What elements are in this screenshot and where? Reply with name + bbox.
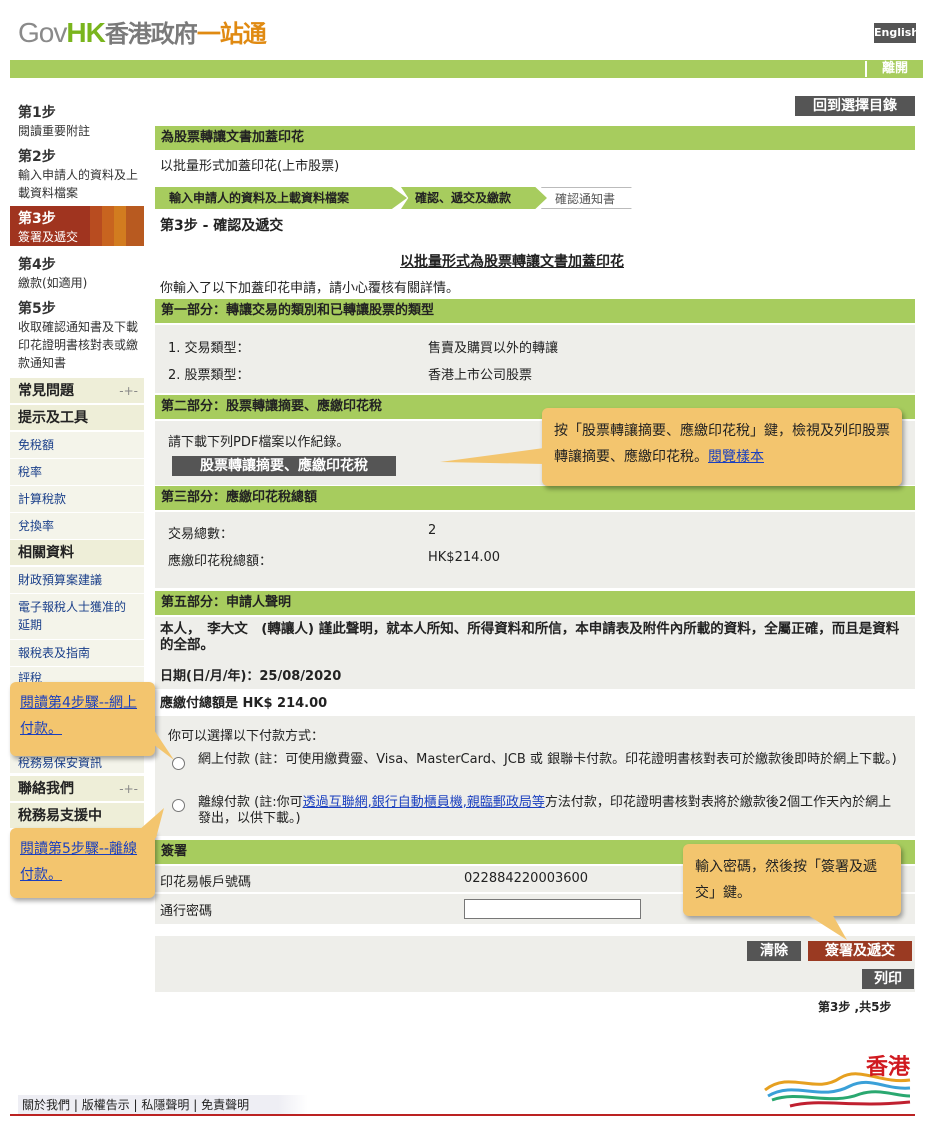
part3-row1-label: 交易總數： bbox=[168, 527, 234, 542]
support-label: 稅務易支援中 bbox=[18, 808, 102, 824]
sidebar-step-4: 第4步 繳款(如適用) bbox=[10, 252, 144, 294]
callout-pointer bbox=[803, 912, 847, 940]
english-button[interactable]: English bbox=[874, 23, 919, 43]
faq-label: 常見問題 bbox=[18, 383, 74, 399]
footer-links: 關於我們 | 版權告示 | 私隱聲明 | 免責聲明 bbox=[18, 1095, 308, 1115]
sidebar-related-heading: 相關資料 bbox=[10, 540, 144, 566]
callout-pointer bbox=[440, 448, 544, 464]
part1-row1-value: 售賣及購買以外的轉讓 bbox=[428, 341, 559, 356]
footer-line bbox=[10, 1114, 915, 1116]
read-step4-link[interactable]: 閱讀第4步驟--網上付款。 bbox=[20, 695, 137, 737]
sidebar-tools-heading: 提示及工具 bbox=[10, 405, 144, 431]
part1-row1-label: 1. 交易類型： bbox=[168, 341, 250, 356]
logo-zh2: 一站通 bbox=[196, 20, 267, 48]
declaration-date: 日期(日/月/年)：25/08/2020 bbox=[160, 669, 342, 684]
part2-instruction: 請下載下列PDF檔案以作紀錄。 bbox=[168, 435, 350, 450]
logo-zh: 香港政府 bbox=[104, 20, 198, 48]
callout-pointer bbox=[134, 730, 174, 760]
active-step-decoration bbox=[90, 206, 144, 246]
sidebar-link-return-guide[interactable]: 報稅表及指南 bbox=[10, 640, 144, 667]
breadcrumb-step-3: 確認通知書 bbox=[541, 187, 641, 209]
step-number: 第1步 bbox=[18, 105, 56, 121]
sidebar-link-budget[interactable]: 財政預算案建議 bbox=[10, 567, 144, 594]
step-number: 第4步 bbox=[18, 257, 56, 273]
callout-summary-pdf: 按「股票轉讓摘要、應繳印花稅」鍵，檢視及列印股票轉讓摘要、應繳印花稅。閱覽樣本 bbox=[542, 408, 902, 486]
payment-intro: 你可以選擇以下付款方式： bbox=[168, 729, 325, 744]
step-number: 第2步 bbox=[18, 149, 56, 165]
read-step5-link[interactable]: 閱讀第5步驟--離線付款。 bbox=[20, 841, 137, 883]
govhk-logo[interactable]: GovHK香港政府一站通 bbox=[18, 14, 267, 49]
callout-pointer bbox=[130, 808, 164, 838]
step-text: 收取確認通知書及下載印花證明書核對表或繳款通知書 bbox=[18, 320, 139, 370]
total-amount: 應繳付總額是 HK$ 214.00 bbox=[160, 696, 328, 711]
sidebar-step-2: 第2步 輸入申請人的資料及上載資料檔案 bbox=[10, 144, 144, 204]
part1-row2-label: 2. 股票類型： bbox=[168, 368, 250, 383]
expand-icon: -+- bbox=[119, 782, 138, 796]
part5-heading: 第五部分：申請人聲明 bbox=[155, 591, 915, 615]
part3-row2-value: HK$214.00 bbox=[428, 550, 501, 565]
footer-privacy-link[interactable]: 私隱聲明 bbox=[141, 1098, 189, 1112]
part3-row1-value: 2 bbox=[428, 523, 437, 538]
footer-copyright-link[interactable]: 版權告示 bbox=[82, 1098, 130, 1112]
footer-disclaimer-link[interactable]: 免責聲明 bbox=[201, 1098, 249, 1112]
online-payment-label: 網上付款 (註：可使用繳費靈、Visa、MasterCard、JCB 或 銀聯卡… bbox=[198, 752, 897, 767]
sidebar-contact[interactable]: 聯絡我們 -+- bbox=[10, 776, 144, 802]
sidebar-link-allowance[interactable]: 免稅額 bbox=[10, 432, 144, 459]
account-value: 022884220003600 bbox=[464, 871, 589, 886]
sidebar-link-calc-tax[interactable]: 計算稅款 bbox=[10, 486, 144, 513]
step-number: 第5步 bbox=[18, 301, 56, 317]
related-label: 相關資料 bbox=[18, 545, 74, 561]
account-label: 印花易帳戶號碼 bbox=[160, 875, 252, 890]
step-text: 輸入申請人的資料及上載資料檔案 bbox=[18, 168, 139, 200]
footer-about-link[interactable]: 關於我們 bbox=[22, 1098, 70, 1112]
tools-label: 提示及工具 bbox=[18, 410, 88, 426]
form-title: 以批量形式為股票轉讓文書加蓋印花 bbox=[400, 254, 624, 270]
part1-heading: 第一部分：轉讓交易的類別和已轉讓股票的類型 bbox=[155, 299, 915, 323]
sidebar-link-tax-rate[interactable]: 稅率 bbox=[10, 459, 144, 486]
logo-hk: HK bbox=[66, 17, 105, 48]
back-to-menu-button[interactable]: 回到選擇目錄 bbox=[795, 96, 915, 116]
clear-button[interactable]: 清除 bbox=[747, 941, 801, 961]
step-heading: 第3步 - 確認及遞交 bbox=[160, 218, 284, 234]
top-bar bbox=[10, 60, 923, 78]
page-subtitle: 以批量形式加蓋印花(上市股票) bbox=[160, 159, 340, 174]
logo-gov: Gov bbox=[18, 17, 67, 48]
page-title: 為股票轉讓文書加蓋印花 bbox=[155, 126, 915, 150]
brand-hk-logo: 香港 bbox=[764, 1055, 911, 1108]
step-text: 閱讀重要附註 bbox=[18, 124, 91, 138]
view-sample-link[interactable]: 閱覽樣本 bbox=[708, 449, 764, 465]
step-text: 繳款(如適用) bbox=[18, 276, 88, 290]
expand-icon: -+- bbox=[119, 384, 138, 398]
contact-label: 聯絡我們 bbox=[18, 781, 74, 797]
intro-text: 你輸入了以下加蓋印花申請，請小心覆核有關詳情。 bbox=[160, 281, 460, 296]
callout-password: 輸入密碼，然後按「簽署及遞交」鍵。 bbox=[683, 844, 901, 916]
sidebar-link-extension[interactable]: 電子報稅人士獲准的延期 bbox=[10, 594, 144, 640]
declaration-text: 本人， 李大文 (轉讓人) 謹此聲明，就本人所知、所得資料和所信，本申請表及附件… bbox=[160, 621, 900, 653]
brand-text: 香港 bbox=[866, 1055, 911, 1080]
part3-row2-label: 應繳印花稅總額： bbox=[168, 554, 273, 569]
callout-password-text: 輸入密碼，然後按「簽署及遞交」鍵。 bbox=[695, 859, 877, 901]
summary-pdf-button[interactable]: 股票轉讓摘要、應繳印花稅 bbox=[172, 456, 396, 476]
offline-payment-label: 離線付款 (註:你可透過互聯網,銀行自動櫃員機,親臨郵政局等方法付款，印花證明書… bbox=[198, 795, 903, 827]
part3-heading: 第三部分：應繳印花稅總額 bbox=[155, 486, 915, 510]
exit-button[interactable]: 離開 bbox=[865, 61, 923, 77]
step-progress: 第3步 ,共5步 bbox=[818, 1000, 892, 1014]
sidebar-link-exchange-rate[interactable]: 兌換率 bbox=[10, 513, 144, 540]
sign-submit-button[interactable]: 簽署及遞交 bbox=[808, 941, 912, 961]
print-button[interactable]: 列印 bbox=[862, 969, 914, 989]
sidebar-step-5: 第5步 收取確認通知書及下載印花證明書核對表或繳款通知書 bbox=[10, 296, 144, 374]
offline-methods-link[interactable]: 透過互聯網,銀行自動櫃員機,親臨郵政局等 bbox=[303, 795, 545, 810]
action-box bbox=[155, 936, 915, 992]
offline-payment-radio[interactable] bbox=[172, 799, 185, 812]
breadcrumb-step-2: 確認、遞交及繳款 bbox=[401, 187, 547, 209]
sidebar-faq[interactable]: 常見問題 -+- bbox=[10, 378, 144, 404]
part1-box bbox=[155, 325, 915, 393]
offline-pre: 離線付款 (註:你可 bbox=[198, 795, 303, 810]
breadcrumb-step-1: 輸入申請人的資料及上載資料檔案 bbox=[155, 187, 407, 209]
part1-row2-value: 香港上市公司股票 bbox=[428, 368, 533, 383]
password-label: 通行密碼 bbox=[160, 904, 213, 919]
password-input[interactable] bbox=[464, 899, 641, 919]
sidebar-step-1: 第1步 閱讀重要附註 bbox=[10, 100, 144, 142]
